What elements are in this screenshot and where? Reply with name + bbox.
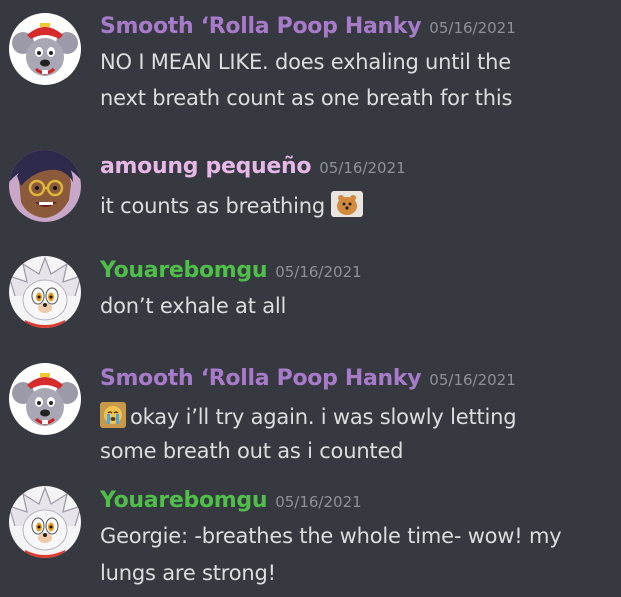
- message-text: some breath out as i counted: [100, 439, 404, 463]
- message-text: don’t exhale at all: [100, 294, 287, 318]
- chat-message-list: Smooth ‘Rolla Poop Hanky 05/16/2021 NO I …: [0, 0, 621, 597]
- avatar[interactable]: [9, 150, 81, 222]
- crying-emoji[interactable]: [100, 402, 126, 433]
- message-header: Youarebomgu 05/16/2021: [100, 488, 362, 513]
- message-text: next breath count as one breath for this: [100, 86, 513, 110]
- timestamp: 05/16/2021: [429, 19, 516, 37]
- message-text: NO I MEAN LIKE. does exhaling until the: [100, 50, 511, 74]
- pomeranian-emoji[interactable]: [331, 191, 364, 222]
- username[interactable]: amoung pequeño: [100, 154, 312, 179]
- message-text: lungs are strong!: [100, 561, 276, 585]
- chuck-e-cheese-mouse-avatar: [9, 363, 81, 435]
- timestamp: 05/16/2021: [275, 263, 362, 281]
- avatar[interactable]: [9, 486, 81, 558]
- message-text-content: okay i’ll try again. i was slowly lettin…: [130, 405, 517, 429]
- message-header: Smooth ‘Rolla Poop Hanky 05/16/2021: [100, 14, 516, 39]
- username[interactable]: Youarebomgu: [100, 488, 268, 513]
- username[interactable]: Smooth ‘Rolla Poop Hanky: [100, 14, 422, 39]
- hedgehog-character-avatar: [9, 486, 81, 558]
- avatar[interactable]: [9, 256, 81, 328]
- timestamp: 05/16/2021: [319, 159, 406, 177]
- hedgehog-character-avatar: [9, 256, 81, 328]
- message-text: okay i’ll try again. i was slowly lettin…: [100, 402, 517, 433]
- username[interactable]: Youarebomgu: [100, 258, 268, 283]
- message-header: Smooth ‘Rolla Poop Hanky 05/16/2021: [100, 366, 516, 391]
- avatar[interactable]: [9, 363, 81, 435]
- username[interactable]: Smooth ‘Rolla Poop Hanky: [100, 366, 422, 391]
- avatar[interactable]: [9, 13, 81, 85]
- message-text: Georgie: -breathes the whole time- wow! …: [100, 524, 562, 548]
- timestamp: 05/16/2021: [429, 371, 516, 389]
- cartoon-character-avatar: [9, 150, 81, 222]
- timestamp: 05/16/2021: [275, 493, 362, 511]
- message-text-content: it counts as breathing: [100, 194, 326, 218]
- chuck-e-cheese-mouse-avatar: [9, 13, 81, 85]
- message-header: amoung pequeño 05/16/2021: [100, 154, 406, 179]
- message-text: it counts as breathing: [100, 191, 364, 222]
- message-header: Youarebomgu 05/16/2021: [100, 258, 362, 283]
